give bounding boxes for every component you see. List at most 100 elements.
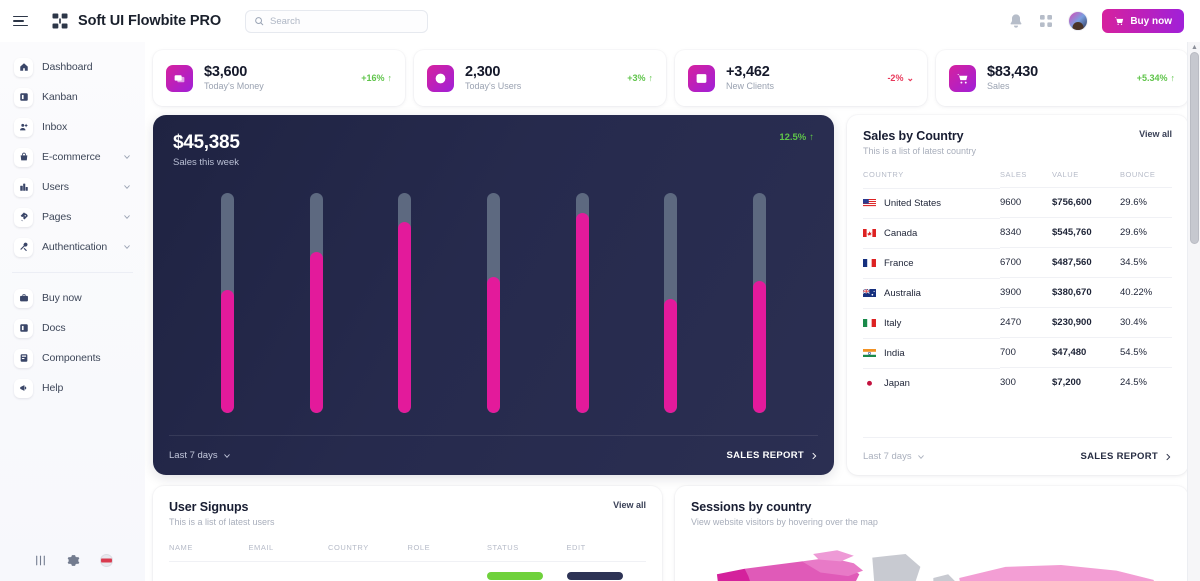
sales-cell: 2470 (1000, 307, 1052, 338)
country-date-range-label: Last 7 days (863, 451, 912, 462)
sales-report-link[interactable]: SALES REPORT (727, 450, 819, 461)
sidebar-item-docs[interactable]: Docs (10, 313, 135, 343)
money-icon (166, 64, 193, 92)
cart-icon (949, 64, 976, 92)
chevron-down-icon[interactable] (123, 153, 131, 161)
sidebar-item-authentication[interactable]: Authentication (10, 232, 135, 262)
stat-label: New Clients (726, 81, 775, 92)
document-icon (14, 318, 33, 338)
shopping-bag-icon (14, 147, 33, 167)
user-signups-table: NAME EMAIL COUNTRY ROLE STATUS EDIT (169, 543, 646, 581)
sidebar-item-kanban[interactable]: Kanban (10, 82, 135, 112)
stat-card[interactable]: +3,462 New Clients -2% ⌄ (675, 50, 927, 106)
sidebar-item-label: Components (42, 352, 101, 364)
stat-delta-value: -2% (887, 73, 904, 83)
bar-track (309, 193, 323, 413)
sidebar-item-pages[interactable]: Pages (10, 202, 135, 232)
sales-amount: $45,385 (173, 132, 240, 153)
signups-table-header-row: NAME EMAIL COUNTRY ROLE STATUS EDIT (169, 543, 646, 562)
brand[interactable]: Soft UI Flowbite PRO (50, 11, 221, 31)
date-range-dropdown[interactable]: Last 7 days (169, 450, 231, 461)
sales-chart-header: $45,385 Sales this week 12.5% ↑ (173, 132, 814, 168)
country-card-title: Sales by Country (863, 129, 964, 143)
table-row[interactable]: Canada 8340 $545,760 29.6% (863, 217, 1172, 248)
bar-track (752, 193, 766, 413)
column-header: BOUNCE (1120, 170, 1156, 179)
hamburger-icon[interactable] (10, 10, 32, 32)
stat-delta-value: +5.34% (1136, 73, 1168, 83)
country-view-all-link[interactable]: View all (1139, 129, 1172, 139)
country-table-header-row: COUNTRY SALES VALUE BOUNCE (863, 170, 1172, 188)
sidebar-item-users[interactable]: Users (10, 172, 135, 202)
language-flag-icon[interactable] (100, 554, 113, 567)
table-row[interactable]: India 700 $47,480 54.5% (863, 337, 1172, 368)
stat-label: Today's Users (465, 81, 522, 92)
chevron-right-icon (812, 452, 817, 459)
value-cell: $7,200 (1052, 367, 1120, 398)
bounce-cell: 34.5% (1120, 247, 1172, 278)
country-sales-report-link[interactable]: SALES REPORT (1081, 451, 1173, 462)
sales-chart-footer: Last 7 days SALES REPORT (169, 435, 818, 475)
arrow-up-icon: ↑ (387, 73, 393, 83)
table-row[interactable]: Australia 3900 $380,670 40.22% (862, 277, 1172, 308)
sidebar-item-dashboard[interactable]: Dashboard (10, 52, 135, 82)
search-input-wrapper[interactable] (245, 9, 428, 33)
apps-grid-icon[interactable] (1038, 13, 1054, 29)
chevron-down-icon[interactable] (123, 183, 131, 191)
sidebar-item-label: Dashboard (42, 61, 93, 73)
bounce-cell: 29.6% (1120, 187, 1172, 218)
table-row[interactable] (169, 561, 646, 581)
stat-card[interactable]: $3,600 Today's Money +16% ↑ (153, 50, 405, 106)
sidebar-item-buy-now[interactable]: Buy now (10, 283, 135, 313)
edit-button[interactable] (566, 572, 623, 580)
users-icon (14, 177, 33, 197)
sidebar-item-e-commerce[interactable]: E-commerce (10, 142, 135, 172)
country-sales-report-label: SALES REPORT (1080, 451, 1158, 462)
sidebar-item-label: E-commerce (42, 151, 101, 163)
user-avatar[interactable] (1068, 11, 1089, 31)
gear-icon[interactable] (67, 554, 80, 567)
scroll-up-arrow-icon[interactable]: ▲ (1188, 42, 1200, 52)
document-icon (19, 324, 28, 332)
stat-card[interactable]: $83,430 Sales +5.34% ↑ (936, 50, 1188, 106)
signups-view-all-link[interactable]: View all (613, 500, 646, 510)
chevron-down-icon (124, 155, 130, 159)
chevron-down-icon[interactable] (123, 213, 131, 221)
shopping-bag-icon (20, 152, 27, 161)
bounce-cell: 40.22% (1120, 277, 1172, 308)
shopping-cart-icon (1115, 17, 1124, 25)
search-input[interactable] (270, 15, 419, 27)
sidebar-item-help[interactable]: Help (10, 373, 135, 403)
column-header: COUNTRY (863, 170, 904, 180)
table-row[interactable]: Japan 300 $7,200 24.5% (863, 367, 1172, 398)
stat-card[interactable]: 2,300 Today's Users +3% ↑ (414, 50, 666, 106)
column-header: EMAIL (248, 543, 274, 552)
world-map[interactable] (691, 541, 1172, 581)
adjustments-icon[interactable] (34, 554, 47, 567)
country-cell: United States (863, 187, 1000, 218)
sidebar-item-label: Inbox (42, 121, 68, 133)
sidebar-item-inbox[interactable]: Inbox (10, 112, 135, 142)
bell-icon[interactable] (1008, 13, 1024, 29)
table-row[interactable]: United States 9600 $756,600 29.6% (863, 187, 1172, 218)
stat-value: 2,300 (465, 63, 501, 80)
stat-delta: +3% ↑ (627, 73, 653, 83)
value-cell: $380,670 (1052, 277, 1120, 308)
chevron-down-icon[interactable] (123, 243, 131, 251)
chevron-down-icon (124, 215, 130, 219)
country-name: Canada (884, 227, 918, 239)
value-cell: $487,560 (1052, 247, 1120, 278)
stat-cards-row: $3,600 Today's Money +16% ↑ 2,300 Today's Use… (153, 50, 1188, 106)
sidebar-item-label: Authentication (42, 241, 108, 253)
flag-icon-au (862, 288, 876, 298)
sidebar-item-label: Kanban (42, 91, 78, 103)
buy-now-button[interactable]: Buy now (1102, 9, 1184, 33)
country-name: United States (884, 197, 942, 209)
sidebar-item-components[interactable]: Components (10, 343, 135, 373)
scrollbar-thumb[interactable] (1190, 52, 1199, 244)
country-date-range-dropdown[interactable]: Last 7 days (863, 451, 925, 462)
table-row[interactable]: Italy 2470 $230,900 30.4% (863, 307, 1172, 338)
page-scrollbar[interactable]: ▲ ▼ (1187, 42, 1200, 581)
table-row[interactable]: France 6700 $487,560 34.5% (863, 247, 1172, 278)
column-header: EDIT (566, 543, 586, 552)
